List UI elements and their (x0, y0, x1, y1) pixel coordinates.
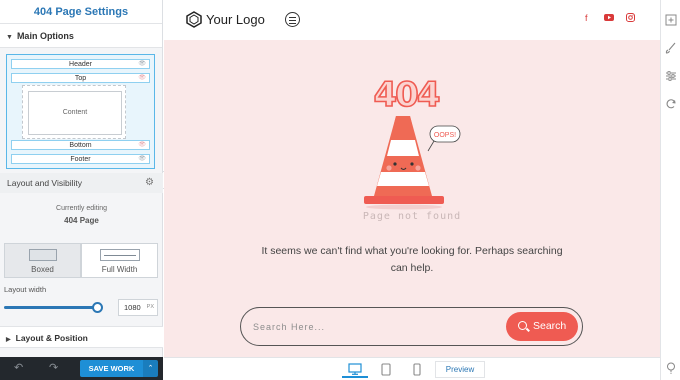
add-block-icon[interactable] (665, 14, 677, 26)
gear-icon[interactable]: ⚙ (145, 173, 154, 193)
sidebar-footer: ↶ ↷ SAVE WORK ⌃ (0, 357, 163, 380)
desktop-icon (348, 363, 362, 375)
mobile-view-button[interactable] (404, 361, 430, 378)
search-icon (518, 321, 527, 330)
caret-down-icon: ▼ (6, 34, 13, 41)
layout-visibility-row[interactable]: Layout and Visibility ⚙ (0, 173, 163, 193)
404-traffic-cone-illustration: 404 OOPS! (364, 76, 461, 210)
search-button[interactable]: Search (506, 312, 578, 341)
preview-button[interactable]: Preview (435, 361, 485, 378)
boxed-option-label: Boxed (31, 265, 54, 274)
tablet-view-button[interactable] (373, 361, 399, 378)
full-width-option-label: Full Width (101, 265, 138, 274)
boxed-layout-icon (28, 249, 57, 261)
layout-row-top[interactable]: Top 👁 (11, 73, 150, 83)
layout-position-toggle[interactable]: ▶ Layout & Position (0, 326, 163, 348)
main-options-label: Main Options (16, 31, 74, 41)
eye-icon[interactable]: 👁 (138, 60, 146, 69)
layout-row-top-label: Top (74, 75, 87, 82)
device-preview-bar: Preview (164, 357, 660, 380)
layout-width-label: Layout width (4, 285, 47, 294)
site-logo-text[interactable]: Your Logo (206, 12, 265, 27)
sliders-icon[interactable] (665, 70, 677, 82)
currently-editing-label: Currently editing (56, 205, 107, 212)
main-options-toggle[interactable]: ▼ Main Options (0, 24, 162, 48)
facebook-icon[interactable]: f (585, 13, 588, 23)
page-preview: Your Logo f 404 OOPS! Page not found It … (164, 0, 660, 357)
layout-width-input[interactable]: 1080 PX (118, 299, 158, 316)
full-width-layout-icon (99, 249, 140, 261)
layout-width-slider-handle[interactable] (92, 302, 103, 313)
youtube-icon[interactable] (604, 13, 614, 22)
layout-row-footer[interactable]: Footer 👁 (11, 154, 150, 164)
layout-width-unit: PX (146, 304, 154, 310)
layout-structure-panel: Header 👁 Top 👁 Content Bottom 👁 Footer 👁 (6, 54, 155, 169)
layout-content-area: Content (22, 85, 126, 139)
layout-row-content[interactable]: Content (28, 91, 122, 135)
help-icon[interactable] (665, 362, 677, 374)
boxed-option[interactable]: Boxed (4, 243, 81, 278)
sidebar-title: 404 Page Settings (0, 0, 162, 24)
layout-width-value: 1080 (124, 303, 141, 312)
layout-width-slider-track[interactable] (4, 306, 96, 309)
layout-visibility-label: Layout and Visibility (7, 178, 82, 188)
eye-icon[interactable]: 👁 (138, 155, 146, 164)
logo-hexagon-icon (186, 11, 202, 28)
search-button-label: Search (533, 320, 567, 332)
instagram-icon[interactable] (626, 13, 635, 22)
full-width-option[interactable]: Full Width (81, 243, 158, 278)
redo-icon[interactable]: ↷ (49, 361, 58, 374)
undo-icon[interactable]: ↶ (14, 361, 23, 374)
search-input[interactable] (253, 319, 493, 335)
save-work-button[interactable]: SAVE WORK (80, 360, 143, 377)
layout-row-header[interactable]: Header 👁 (11, 59, 150, 69)
svg-text:404: 404 (374, 76, 440, 115)
refresh-icon[interactable] (665, 98, 677, 110)
brush-icon[interactable] (665, 42, 677, 54)
save-options-chevron-icon[interactable]: ⌃ (143, 360, 158, 377)
layout-row-header-label: Header (69, 61, 92, 68)
editing-page-name: 404 Page (64, 216, 99, 225)
right-tool-rail (660, 0, 680, 380)
oops-bubble-text: OOPS! (434, 132, 456, 139)
layout-row-footer-label: Footer (70, 156, 91, 163)
search-form: Search (240, 307, 583, 346)
layout-position-label: Layout & Position (15, 333, 88, 343)
currently-editing-block: Currently editing 404 Page (0, 205, 163, 225)
layout-row-bottom[interactable]: Bottom 👁 (11, 140, 150, 150)
site-header: Your Logo f (164, 0, 660, 40)
not-found-message: It seems we can't find what you're looki… (261, 245, 563, 274)
eye-hidden-icon[interactable]: 👁 (138, 141, 146, 150)
tablet-icon (381, 363, 391, 376)
eye-hidden-icon[interactable]: 👁 (138, 74, 146, 83)
settings-sidebar: 404 Page Settings ▼ Main Options Header 👁… (0, 0, 163, 380)
caret-right-icon: ▶ (6, 337, 11, 343)
page-not-found-heading: Page not found (362, 211, 462, 222)
hamburger-menu-icon[interactable] (285, 12, 300, 27)
desktop-view-button[interactable] (342, 361, 368, 378)
layout-row-bottom-label: Bottom (69, 142, 92, 149)
mobile-icon (413, 363, 421, 376)
